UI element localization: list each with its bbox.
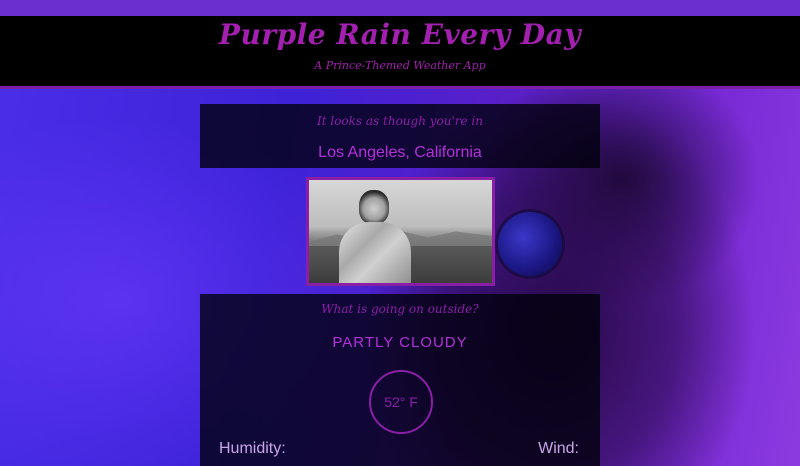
humidity-label: Humidity:: [219, 440, 286, 457]
app-header: Purple Rain Every Day A Prince-Themed We…: [0, 16, 800, 89]
conditions-lead-text: What is going on outside?: [321, 302, 479, 316]
temperature-badge: 52° F: [369, 370, 433, 434]
weather-photo: [306, 177, 495, 286]
wind-label: Wind:: [538, 440, 579, 457]
photo-figure-head: [359, 190, 389, 224]
conditions-panel: What is going on outside? PARTLY CLOUDY …: [200, 294, 600, 466]
photo-figure: [335, 186, 413, 283]
app-subtitle: A Prince-Themed Weather App: [314, 59, 486, 72]
sunglasses-lens: [498, 212, 562, 276]
top-band: [0, 0, 800, 16]
photo-figure-body: [339, 222, 411, 283]
location-city: Los Angeles, California: [318, 144, 482, 161]
app-title: Purple Rain Every Day: [218, 18, 582, 51]
conditions-summary: PARTLY CLOUDY: [332, 334, 468, 351]
location-panel: It looks as though you're in Los Angeles…: [200, 104, 600, 168]
location-lead-text: It looks as though you're in: [316, 114, 483, 128]
